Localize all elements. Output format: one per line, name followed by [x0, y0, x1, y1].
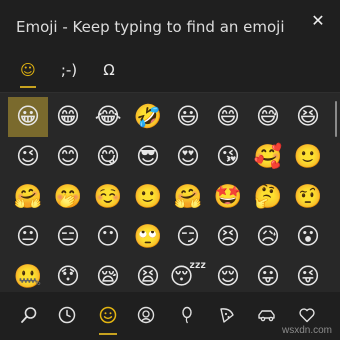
category-tabs: ☺ ;-) Ω — [0, 52, 340, 90]
person-icon — [137, 306, 155, 324]
heart-icon — [299, 308, 315, 323]
bottom-tab-food[interactable] — [212, 298, 242, 332]
bottom-tab-celebrations[interactable] — [172, 298, 202, 332]
close-icon[interactable]: ✕ — [306, 8, 330, 32]
emoji-cell[interactable]: 🤨 — [288, 177, 328, 217]
kaomoji-icon: ;-) — [60, 61, 78, 79]
emoji-cell[interactable]: 😊 — [48, 137, 88, 177]
emoji-cell[interactable]: 😘 — [208, 137, 248, 177]
emoji-cell[interactable]: 😀 — [8, 97, 48, 137]
emoji-cell[interactable]: 😴 — [168, 257, 208, 297]
car-icon — [258, 310, 275, 322]
bottom-tab-smileys[interactable] — [93, 298, 123, 335]
emoji-cell[interactable]: 🤩 — [208, 177, 248, 217]
emoji-cell[interactable]: 😆 — [288, 97, 328, 137]
emoji-grid: 😀 😁 😂 🤣 😃 😄 😅 😆 😉 😊 😋 😎 😍 😘 🥰 🙂 🤗 🤭 ☺️ 🙂 🤗 🤩 🤔 🤨 😐 😑 😶 🙄 😏 😣 😥 😮 🤐 😯 😪 😫 😴 😌 😛… — [8, 97, 328, 297]
omega-icon: Ω — [103, 61, 115, 79]
emoji-cell[interactable]: 😛 — [248, 257, 288, 297]
emoji-cell[interactable]: 🤣 — [128, 97, 168, 137]
emoji-cell[interactable]: 😎 — [128, 137, 168, 177]
bottom-tab-people[interactable] — [131, 298, 161, 332]
emoji-cell[interactable]: 😥 — [248, 217, 288, 257]
emoji-cell[interactable]: 😅 — [248, 97, 288, 137]
emoji-cell[interactable]: 😫 — [128, 257, 168, 297]
emoji-cell[interactable]: 😏 — [168, 217, 208, 257]
emoji-cell[interactable]: 😉 — [8, 137, 48, 177]
smiley-icon — [99, 306, 117, 324]
bottom-tab-recent[interactable] — [52, 298, 82, 332]
emoji-cell[interactable]: 😋 — [88, 137, 128, 177]
pizza-icon — [220, 308, 234, 323]
emoji-cell[interactable]: 🤐 — [8, 257, 48, 297]
emoji-cell[interactable]: ☺️ — [88, 177, 128, 217]
search-icon — [21, 307, 37, 323]
emoji-cell[interactable]: 😂 — [88, 97, 128, 137]
close-glyph: ✕ — [311, 10, 325, 30]
watermark: wsxdn.com — [281, 325, 332, 336]
tab-emoji[interactable]: ☺ — [11, 52, 45, 88]
emoji-cell[interactable]: 😌 — [208, 257, 248, 297]
emoji-cell[interactable]: 🤗 — [168, 177, 208, 217]
emoji-cell[interactable]: 😃 — [168, 97, 208, 137]
emoji-cell[interactable]: 😐 — [8, 217, 48, 257]
emoji-cell[interactable]: 🙂 — [128, 177, 168, 217]
tab-kaomoji[interactable]: ;-) — [52, 52, 86, 88]
emoji-cell[interactable]: 😯 — [48, 257, 88, 297]
tab-symbols[interactable]: Ω — [92, 52, 126, 88]
emoji-grid-area: 😀 😁 😂 🤣 😃 😄 😅 😆 😉 😊 😋 😎 😍 😘 🥰 🙂 🤗 🤭 ☺️ 🙂 🤗 🤩 🤔 🤨 😐 😑 😶 🙄 😏 😣 😥 😮 🤐 😯 😪 😫 😴 😌 😛… — [0, 92, 340, 293]
scrollbar[interactable] — [335, 101, 337, 137]
emoji-cell[interactable]: 😶 — [88, 217, 128, 257]
emoji-cell[interactable]: 😣 — [208, 217, 248, 257]
balloon-icon — [182, 306, 192, 324]
emoji-cell[interactable]: 🤔 — [248, 177, 288, 217]
bottom-tab-travel[interactable] — [252, 298, 282, 332]
smiley-icon: ☺ — [20, 61, 36, 79]
emoji-cell[interactable]: 🥰 — [248, 137, 288, 177]
emoji-cell[interactable]: 😁 — [48, 97, 88, 137]
window-title: Emoji - Keep typing to find an emoji — [16, 18, 285, 36]
emoji-cell[interactable]: 😍 — [168, 137, 208, 177]
emoji-cell[interactable]: 😄 — [208, 97, 248, 137]
title-bar: Emoji - Keep typing to find an emoji ✕ — [0, 0, 340, 48]
bottom-tab-search[interactable] — [14, 298, 44, 332]
emoji-cell[interactable]: 🙄 — [128, 217, 168, 257]
emoji-cell[interactable]: 😜 — [288, 257, 328, 297]
emoji-cell[interactable]: 🤗 — [8, 177, 48, 217]
clock-icon — [58, 306, 76, 324]
emoji-cell[interactable]: 😮 — [288, 217, 328, 257]
emoji-cell[interactable]: 😪 — [88, 257, 128, 297]
emoji-cell[interactable]: 🙂 — [288, 137, 328, 177]
emoji-cell[interactable]: 🤭 — [48, 177, 88, 217]
bottom-category-bar: wsxdn.com — [0, 292, 340, 340]
emoji-cell[interactable]: 😑 — [48, 217, 88, 257]
